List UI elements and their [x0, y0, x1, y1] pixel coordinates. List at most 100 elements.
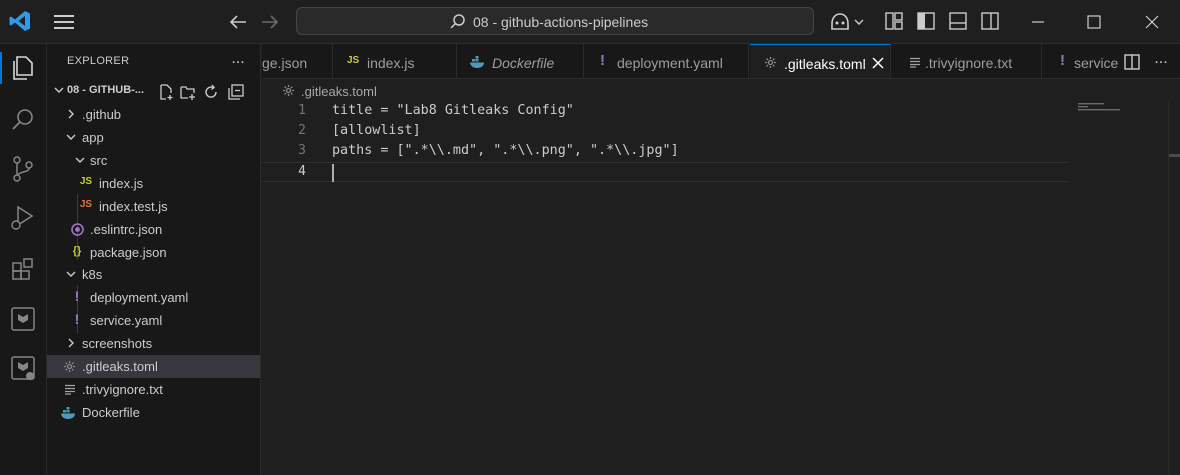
toggle-panel-icon[interactable] [948, 11, 968, 31]
editor-tab-bar: ge.json JS index.js Dockerfile ! deploym… [262, 44, 1180, 79]
search-icon[interactable] [8, 105, 38, 135]
refresh-icon[interactable] [202, 83, 220, 101]
tab-package-json[interactable]: ge.json [262, 44, 333, 78]
tree-item-app-folder[interactable]: app [47, 126, 260, 149]
customize-layout-icon[interactable] [884, 11, 904, 31]
javascript-file-icon: JS [79, 176, 93, 187]
tree-item-index-js[interactable]: JS index.js [47, 172, 260, 195]
tab-label: Dockerfile [492, 55, 555, 71]
new-folder-icon[interactable] [179, 83, 197, 101]
toggle-primary-sidebar-icon[interactable] [916, 11, 936, 31]
tree-item-k8s-folder[interactable]: k8s [47, 263, 260, 286]
close-icon[interactable] [1140, 11, 1164, 33]
tree-item-service-yaml[interactable]: ! service.yaml [47, 309, 260, 332]
split-editor-icon[interactable] [1122, 52, 1142, 72]
line-number: 4 [298, 164, 306, 179]
code-line: 3 paths = [".*\\.md", ".*\\.png", ".*\\.… [262, 142, 1068, 162]
tab-trivyignore[interactable]: .trivyignore.txt [892, 44, 1042, 78]
tab-index-js[interactable]: JS index.js [334, 44, 457, 78]
yaml-file-icon: ! [74, 311, 80, 327]
tree-item-deployment-yaml[interactable]: ! deployment.yaml [47, 286, 260, 309]
yaml-file-icon: ! [1060, 52, 1065, 69]
tree-item-src-folder[interactable]: src [47, 149, 260, 172]
minimize-icon[interactable] [1026, 11, 1050, 33]
yaml-file-icon: ! [74, 288, 80, 304]
command-center-search[interactable]: 08 - github-actions-pipelines [296, 7, 814, 35]
terraform-cloud-icon[interactable] [8, 353, 38, 383]
tree-item-dockerfile[interactable]: Dockerfile [47, 401, 260, 424]
tree-item-label: deployment.yaml [90, 290, 189, 305]
yaml-file-icon: ! [600, 52, 605, 69]
tree-item-label: index.js [99, 176, 144, 191]
workspace-folder-header[interactable]: 08 - GITHUB-... [47, 80, 260, 102]
search-text: 08 - github-actions-pipelines [473, 14, 649, 30]
tab-label: deployment.yaml [617, 55, 723, 71]
tab-label: service [1074, 55, 1119, 71]
toggle-secondary-sidebar-icon[interactable] [980, 11, 1000, 31]
tree-item-label: .github [82, 107, 122, 122]
tree-item-label: package.json [90, 245, 167, 260]
tab-label: ge.json [262, 55, 308, 71]
tab-label: index.js [367, 55, 415, 71]
arrow-right-icon[interactable] [258, 10, 282, 34]
tab-label: .trivyignore.txt [925, 55, 1013, 71]
line-number: 3 [298, 143, 306, 158]
tree-item-label: .gitleaks.toml [82, 359, 158, 374]
tree-item-index-test-js[interactable]: JS index.test.js [47, 195, 260, 218]
extensions-icon[interactable] [8, 254, 38, 284]
copilot-icon[interactable] [828, 10, 868, 34]
breadcrumb-item[interactable]: .gitleaks.toml [301, 84, 377, 99]
eslint-icon [71, 223, 84, 236]
tab-service-yaml[interactable]: ! service [1043, 44, 1119, 78]
close-icon[interactable] [870, 55, 886, 71]
collapse-all-icon[interactable] [227, 83, 245, 101]
arrow-left-icon[interactable] [226, 10, 250, 34]
run-debug-icon[interactable] [8, 202, 38, 232]
line-number: 1 [298, 103, 306, 118]
active-indicator [0, 52, 2, 84]
terraform-icon[interactable] [8, 304, 38, 334]
tree-item-package-json[interactable]: {} package.json [47, 241, 260, 264]
new-file-icon[interactable] [157, 83, 175, 101]
lines-icon [910, 57, 920, 68]
chevron-right-icon [68, 338, 74, 348]
minimap[interactable] [1076, 102, 1136, 116]
tree-item-eslintrc[interactable]: .eslintrc.json [47, 218, 260, 241]
chevron-down-icon [66, 134, 76, 140]
sidebar-more-button[interactable]: ... [227, 50, 249, 70]
code-text: title = "Lab8 Gitleaks Config" [332, 103, 574, 118]
gear-icon [765, 57, 776, 68]
tree-item-label: k8s [82, 267, 103, 282]
cursor-position-marker [1169, 154, 1180, 157]
tab-label: .gitleaks.toml [784, 56, 866, 72]
tree-item-screenshots-folder[interactable]: screenshots [47, 332, 260, 355]
editor-more-actions-button[interactable]: ... [1150, 50, 1172, 72]
code-editor[interactable]: 1 title = "Lab8 Gitleaks Config" 2 [allo… [262, 102, 1180, 475]
tree-item-github-folder[interactable]: .github [47, 103, 260, 126]
tree-item-label: .trivyignore.txt [82, 382, 163, 397]
hamburger-menu-icon[interactable] [52, 11, 76, 33]
search-icon [450, 14, 465, 29]
vertical-scrollbar[interactable] [1168, 102, 1180, 475]
chevron-right-icon [68, 109, 74, 119]
text-cursor [332, 164, 334, 182]
tab-dockerfile[interactable]: Dockerfile [458, 44, 584, 78]
javascript-file-icon: JS [347, 55, 360, 66]
activity-bar [0, 44, 47, 475]
code-line: 2 [allowlist] [262, 122, 1068, 142]
tree-item-label: Dockerfile [82, 405, 140, 420]
workspace-folder-name: 08 - GITHUB-... [67, 84, 145, 96]
tab-deployment-yaml[interactable]: ! deployment.yaml [585, 44, 749, 78]
tree-item-gitleaks-toml[interactable]: .gitleaks.toml [47, 355, 260, 378]
tab-gitleaks-toml[interactable]: .gitleaks.toml [750, 44, 891, 78]
lines-icon [65, 384, 75, 395]
chevron-down-icon [75, 157, 85, 163]
vscode-logo-icon [9, 11, 30, 31]
tree-item-label: index.test.js [99, 199, 168, 214]
gear-icon [64, 361, 75, 372]
explorer-icon[interactable] [8, 53, 38, 83]
maximize-icon[interactable] [1082, 11, 1106, 33]
tree-item-trivyignore[interactable]: .trivyignore.txt [47, 378, 260, 401]
source-control-icon[interactable] [8, 154, 38, 184]
sidebar-title: EXPLORER [67, 55, 130, 67]
